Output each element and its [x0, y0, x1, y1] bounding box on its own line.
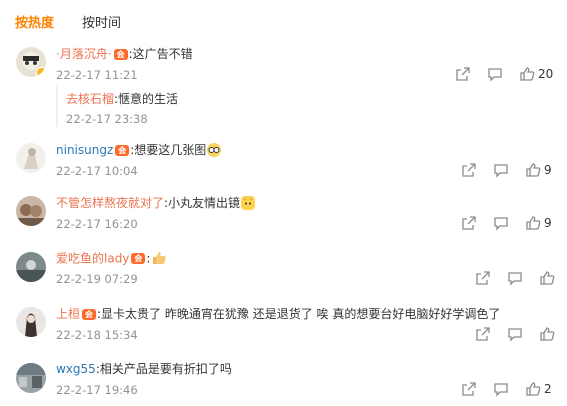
comment-content: 爱吃鱼的lady 会: — [56, 250, 167, 268]
vip-icon: 会 — [113, 48, 128, 60]
reply-time: 22-2-17 23:38 — [66, 112, 148, 126]
tab-by-time[interactable]: 按时间 — [82, 12, 121, 31]
username-link[interactable]: 不管怎样熬夜就对了 — [56, 196, 164, 210]
like-count: 20 — [538, 67, 554, 81]
comment-time: 22-2-17 11:21 — [56, 68, 138, 82]
comment-time: 22-2-19 07:29 — [56, 272, 138, 286]
username-link[interactable]: wxg55 — [56, 362, 96, 376]
like-icon[interactable] — [525, 381, 541, 397]
share-icon[interactable] — [455, 66, 471, 82]
comment-time: 22-2-17 16:20 — [56, 217, 138, 231]
comment-time: 22-2-17 10:04 — [56, 164, 138, 178]
comment-item: wxg55:相关产品是要有折扣了吗 22-2-17 19:46 2 — [0, 360, 567, 400]
comment-icon[interactable] — [507, 270, 523, 286]
comment-item: 不管怎样熬夜就对了:小丸友情出镜 22-2-17 16:20 9 — [0, 194, 567, 234]
tab-by-hot[interactable]: 按热度 — [15, 12, 54, 31]
avatar[interactable] — [16, 47, 46, 77]
username-link[interactable]: ·月落沉舟· — [56, 47, 112, 61]
share-icon[interactable] — [475, 326, 491, 342]
comment-icon[interactable] — [507, 326, 523, 342]
share-icon[interactable] — [475, 270, 491, 286]
comment-icon[interactable] — [493, 215, 509, 231]
like-count: 9 — [544, 163, 552, 177]
verified-badge-icon — [36, 67, 46, 77]
avatar[interactable] — [16, 252, 46, 282]
comment-icon[interactable] — [493, 381, 509, 397]
avatar[interactable] — [16, 307, 46, 337]
like-count: 2 — [544, 382, 552, 396]
vip-icon: 会 — [115, 144, 130, 156]
avatar[interactable] — [16, 143, 46, 173]
comment-item: ·月落沉舟· 会:这广告不错 22-2-17 11:21 20 去核石榴:惬意的生… — [0, 45, 567, 130]
comment-actions: 20 — [455, 66, 555, 82]
comment-content: 不管怎样熬夜就对了:小丸友情出镜 — [56, 195, 256, 212]
comment-actions: 2 — [461, 381, 555, 397]
comment-content: ninisungz 会:想要这几张图 — [56, 142, 222, 159]
comment-time: 22-2-18 15:34 — [56, 328, 138, 342]
like-icon[interactable] — [525, 215, 541, 231]
comment-text: : — [146, 251, 151, 266]
like-icon[interactable] — [539, 270, 555, 286]
comment-item: 上桓会:显卡太贵了 昨晚通宵在犹豫 还是退货了 唉 真的想要台好电脑好好学调色了… — [0, 305, 567, 345]
glasses-emoji-icon — [207, 142, 222, 157]
comment-actions — [475, 270, 555, 286]
like-icon[interactable] — [519, 66, 535, 82]
comment-item: ninisungz 会:想要这几张图 22-2-17 10:04 9 — [0, 141, 567, 181]
comment-icon[interactable] — [487, 66, 503, 82]
comment-text: :这广告不错 — [128, 47, 193, 61]
comment-content: 上桓会:显卡太贵了 昨晚通宵在犹豫 还是退货了 唉 真的想要台好电脑好好学调色了 — [56, 306, 500, 322]
reply-box: 去核石榴:惬意的生活 22-2-17 23:38 — [56, 85, 556, 127]
reply-text: :惬意的生活 — [114, 92, 179, 106]
share-icon[interactable] — [461, 162, 477, 178]
cat-emoji-icon — [241, 195, 256, 210]
share-icon[interactable] — [461, 215, 477, 231]
avatar[interactable] — [16, 196, 46, 226]
reply-content: 去核石榴:惬意的生活 — [66, 91, 178, 107]
comment-text: :相关产品是要有折扣了吗 — [95, 362, 232, 376]
comment-actions: 9 — [461, 215, 555, 231]
vip-icon: 会 — [82, 308, 97, 320]
thumbs-up-emoji-icon — [151, 250, 167, 266]
like-icon[interactable] — [539, 326, 555, 342]
avatar[interactable] — [16, 363, 46, 393]
reply-username-link[interactable]: 去核石榴 — [66, 92, 114, 106]
username-link[interactable]: ninisungz — [56, 143, 113, 157]
comment-text: :想要这几张图 — [130, 143, 207, 157]
comment-item: 爱吃鱼的lady 会: 22-2-19 07:29 — [0, 249, 567, 289]
comment-actions — [475, 326, 555, 342]
comment-content: ·月落沉舟· 会:这广告不错 — [56, 46, 193, 62]
share-icon[interactable] — [461, 381, 477, 397]
username-link[interactable]: 爱吃鱼的lady — [56, 252, 129, 266]
comment-actions: 9 — [461, 162, 555, 178]
comment-text: :显卡太贵了 昨晚通宵在犹豫 还是退货了 唉 真的想要台好电脑好好学调色了 — [97, 307, 501, 321]
like-icon[interactable] — [525, 162, 541, 178]
comment-content: wxg55:相关产品是要有折扣了吗 — [56, 361, 232, 377]
vip-icon: 会 — [131, 253, 146, 264]
comment-time: 22-2-17 19:46 — [56, 383, 138, 397]
comment-icon[interactable] — [493, 162, 509, 178]
like-count: 9 — [544, 216, 552, 230]
username-link[interactable]: 上桓 — [56, 307, 80, 321]
comment-text: :小丸友情出镜 — [164, 196, 241, 210]
